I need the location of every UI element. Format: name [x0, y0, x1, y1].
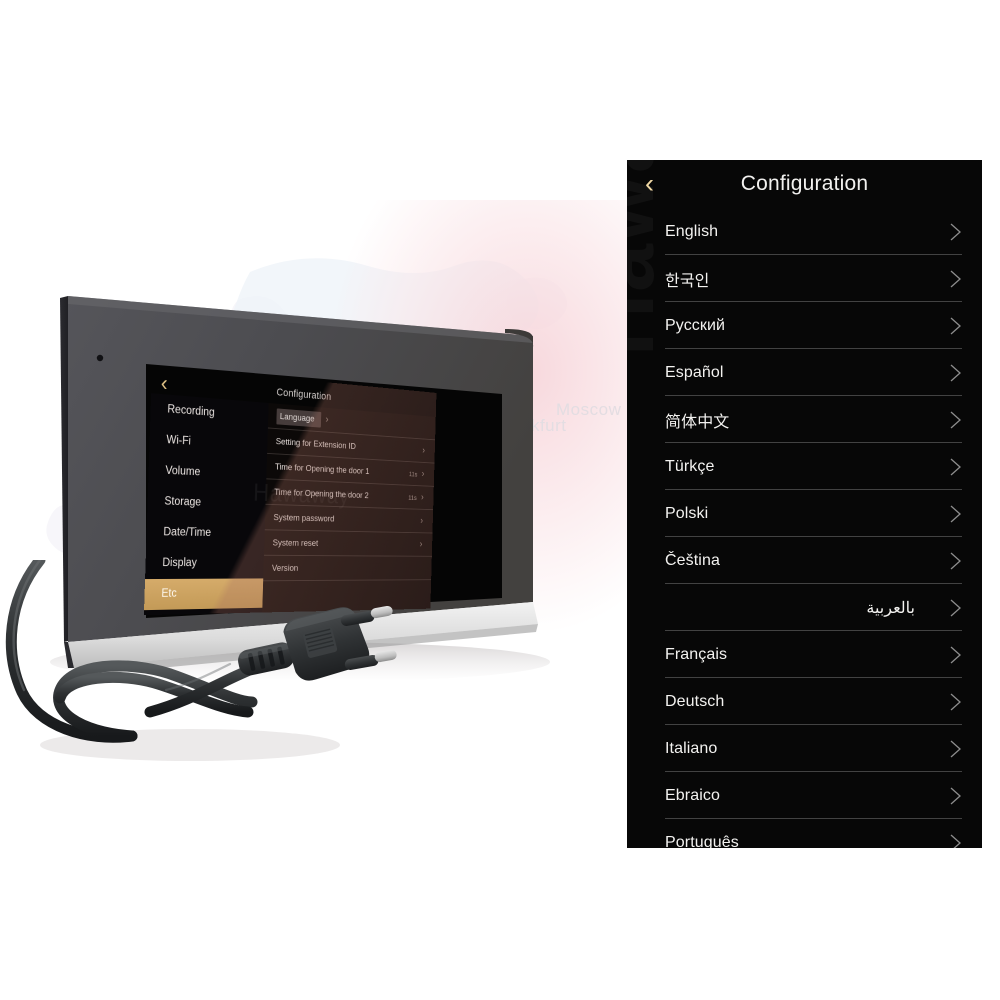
sidebar-item-datetime[interactable]: Date/Time: [146, 517, 265, 549]
chevron-right-icon: ›: [419, 538, 423, 550]
chevron-right-icon: ›: [325, 413, 329, 425]
screenshot-root: Moscow Frankfurt: [0, 0, 1000, 1000]
language-label: 简体中文: [665, 413, 730, 431]
chevron-right-icon: [949, 550, 962, 572]
chevron-right-icon: [949, 315, 962, 337]
language-item-polish[interactable]: Polski: [627, 490, 982, 537]
chevron-right-icon: ›: [421, 468, 425, 479]
language-label: Polski: [665, 504, 709, 522]
language-label: Türkçe: [665, 457, 715, 475]
language-item-hebrew[interactable]: Ebraico: [627, 772, 982, 819]
device-row-system-reset[interactable]: System reset ›: [263, 530, 433, 557]
language-item-simplified-chinese[interactable]: 简体中文: [627, 396, 982, 443]
language-item-italian[interactable]: Italiano: [627, 725, 982, 772]
language-label: Português: [665, 833, 739, 849]
device-row-label: Language: [276, 407, 322, 428]
language-label: Italiano: [665, 739, 718, 757]
power-cable: [0, 554, 420, 780]
chevron-right-icon: [949, 691, 962, 713]
power-cable-graphic: [5, 554, 397, 761]
language-label: Čeština: [665, 551, 720, 569]
chevron-right-icon: [949, 221, 962, 243]
language-label: Ebraico: [665, 786, 720, 804]
device-row-label: Time for Opening the door 1: [274, 461, 370, 477]
chevron-right-icon: [949, 785, 962, 807]
chevron-right-icon: ›: [420, 515, 424, 526]
chevron-right-icon: [949, 362, 962, 384]
sidebar-item-volume[interactable]: Volume: [148, 455, 267, 491]
chevron-right-icon: ›: [422, 445, 426, 456]
language-label: بالعربية: [866, 599, 915, 617]
language-item-korean[interactable]: 한국인: [627, 255, 982, 302]
language-list: English 한국인 Русский Español 简体中文 Türkçe …: [627, 208, 982, 848]
language-label: Español: [665, 363, 724, 381]
language-item-french[interactable]: Français: [627, 631, 982, 678]
language-item-english[interactable]: English: [627, 208, 982, 255]
chevron-right-icon: [949, 456, 962, 478]
chevron-right-icon: [949, 268, 962, 290]
chevron-right-icon: [949, 644, 962, 666]
language-item-russian[interactable]: Русский: [627, 302, 982, 349]
chevron-right-icon: ›: [420, 491, 424, 503]
device-row-system-password[interactable]: System password ›: [264, 504, 434, 534]
device-row-label: System reset: [272, 537, 319, 549]
language-item-czech[interactable]: Čeština: [627, 537, 982, 584]
chevron-right-icon: [949, 738, 962, 760]
language-item-turkish[interactable]: Türkçe: [627, 443, 982, 490]
device-row-value: 11s: [408, 469, 418, 478]
device-row-label: Setting for Extension ID: [275, 436, 356, 452]
language-item-german[interactable]: Deutsch: [627, 678, 982, 725]
language-item-spanish[interactable]: Español: [627, 349, 982, 396]
device-row-label: System password: [273, 512, 335, 524]
language-label: Deutsch: [665, 692, 725, 710]
language-label: English: [665, 222, 719, 240]
language-item-arabic[interactable]: بالعربية: [627, 584, 982, 631]
sidebar-item-storage[interactable]: Storage: [147, 486, 266, 520]
back-button[interactable]: ‹: [645, 170, 654, 198]
language-label: 한국인: [665, 272, 710, 290]
chevron-right-icon: [949, 832, 962, 848]
device-row-label: Time for Opening the door 2: [274, 486, 369, 501]
language-label: Русский: [665, 316, 726, 334]
language-label: Français: [665, 645, 728, 663]
chevron-right-icon: [949, 409, 962, 431]
page-title: Configuration: [740, 172, 869, 195]
panel-header: ‹ Configuration: [627, 160, 982, 208]
device-row-value: 11s: [408, 493, 417, 502]
language-settings-panel: Hawaway ‹ Configuration English 한국인 Русс…: [627, 160, 982, 848]
language-item-portuguese[interactable]: Português: [627, 819, 982, 848]
chevron-right-icon: [949, 597, 962, 619]
chevron-right-icon: [949, 503, 962, 525]
